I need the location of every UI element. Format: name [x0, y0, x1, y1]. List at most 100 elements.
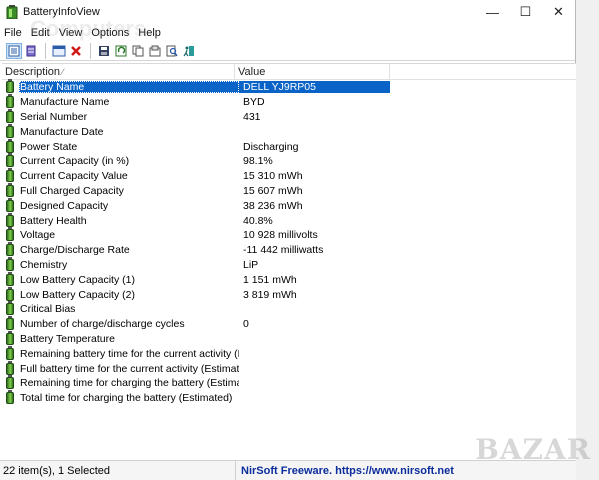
battery-icon [6, 390, 14, 405]
table-row[interactable]: Current Capacity Value 15 310 mWh [2, 168, 576, 184]
nirsoft-link[interactable]: NirSoft Freeware. https://www.nirsoft.ne… [236, 465, 454, 477]
row-value: 0 [243, 318, 249, 331]
row-value: Discharging [243, 140, 299, 153]
battery-icon [6, 94, 14, 109]
copy-icon[interactable] [130, 43, 146, 59]
column-label-value: Value [238, 66, 266, 78]
battery-icon [6, 123, 14, 138]
search-icon[interactable] [164, 43, 180, 59]
row-description: Manufacture Date [20, 125, 104, 138]
row-description: Manufacture Name [20, 96, 110, 109]
exit-icon[interactable] [181, 43, 197, 59]
view2-icon[interactable] [23, 43, 39, 59]
battery-icon [6, 182, 14, 197]
row-description: Battery Health [20, 214, 87, 227]
properties-icon[interactable] [51, 43, 67, 59]
column-header-description[interactable]: Description ⁄ [2, 64, 235, 79]
battery-icon [6, 79, 14, 94]
battery-icon [6, 271, 14, 286]
row-description: Power State [20, 140, 78, 153]
status-item-count: 22 item(s), 1 Selected [0, 461, 236, 480]
view-icon[interactable] [6, 42, 22, 59]
html-report-icon[interactable] [147, 43, 163, 59]
application-window: BatteryInfoView — ☐ ✕ File Edit View Opt… [0, 0, 576, 480]
table-row[interactable]: Current Capacity (in %) 98.1% [2, 153, 576, 169]
row-description: Current Capacity Value [20, 170, 128, 183]
row-value: BYD [243, 96, 265, 109]
row-description: Serial Number [20, 110, 88, 123]
row-description: Remaining time for charging the battery … [20, 377, 239, 390]
battery-icon [6, 153, 14, 168]
row-description: Critical Bias [20, 303, 76, 316]
watermark-logo: BAZAR [475, 433, 591, 466]
row-description: Low Battery Capacity (1) [20, 273, 135, 286]
table-row[interactable]: Low Battery Capacity (1) 1 151 mWh [2, 271, 576, 287]
table-row[interactable]: Remaining time for charging the battery … [2, 375, 576, 391]
save-icon[interactable] [96, 43, 112, 59]
table-row[interactable]: Total time for charging the battery (Est… [2, 390, 576, 406]
table-row[interactable]: Full battery time for the current activi… [2, 360, 576, 376]
table-row[interactable]: Chemistry LiP [2, 256, 576, 273]
battery-icon [6, 197, 14, 212]
toolbar-separator [90, 42, 91, 59]
row-value: 10 928 millivolts [243, 229, 318, 242]
table-row[interactable]: Full Charged Capacity 15 607 mWh [2, 182, 576, 199]
table-row[interactable]: Battery Temperature [2, 330, 576, 347]
battery-icon [6, 375, 14, 390]
row-description: Current Capacity (in %) [20, 155, 130, 168]
row-value: 431 [243, 110, 261, 123]
sort-arrow-icon: ⁄ [62, 67, 64, 77]
table-row[interactable]: Voltage 10 928 millivolts [2, 227, 576, 243]
table-row[interactable]: Battery Name DELL YJ9RP05 [2, 79, 576, 95]
table-row[interactable]: Manufacture Name BYD [2, 94, 576, 110]
row-description: Low Battery Capacity (2) [20, 288, 135, 301]
maximize-button[interactable]: ☐ [509, 0, 542, 24]
row-value: 98.1% [243, 155, 273, 168]
toolbar [0, 41, 575, 61]
row-value: 15 607 mWh [243, 184, 303, 197]
table-row[interactable]: Critical Bias [2, 301, 576, 317]
battery-icon [6, 286, 14, 301]
battery-info-list[interactable]: Description ⁄ Value Battery Name DELL YJ9… [2, 63, 576, 460]
row-value: 15 310 mWh [243, 170, 303, 183]
battery-app-icon [6, 5, 18, 20]
battery-icon [6, 360, 14, 375]
minimize-button[interactable]: — [476, 0, 509, 24]
column-header-value[interactable]: Value [235, 64, 390, 79]
row-description: Remaining battery time for the current a… [20, 347, 239, 360]
row-description: Battery Temperature [20, 332, 115, 345]
table-row[interactable]: Designed Capacity 38 236 mWh [2, 197, 576, 213]
battery-icon [6, 316, 14, 331]
table-row[interactable]: Remaining battery time for the current a… [2, 345, 576, 361]
menu-file[interactable]: File [4, 27, 22, 39]
row-description: Number of charge/discharge cycles [20, 318, 185, 331]
battery-icon [6, 256, 14, 271]
row-value: 38 236 mWh [243, 199, 303, 212]
table-row[interactable]: Serial Number 431 [2, 108, 576, 125]
battery-icon [6, 330, 14, 345]
list-header: Description ⁄ Value [2, 64, 576, 80]
table-row[interactable]: Number of charge/discharge cycles 0 [2, 316, 576, 332]
row-value: -11 442 milliwatts [243, 244, 324, 257]
table-row[interactable]: Power State Discharging [2, 138, 576, 154]
table-row[interactable]: Battery Health 40.8% [2, 212, 576, 228]
toolbar-separator [45, 42, 46, 59]
column-label-description: Description [5, 66, 61, 78]
battery-icon [6, 168, 14, 183]
battery-icon [6, 138, 14, 153]
battery-icon [6, 227, 14, 242]
row-description: Full battery time for the current activi… [20, 362, 239, 375]
table-row[interactable]: Charge/Discharge Rate -11 442 milliwatts [2, 242, 576, 258]
table-row[interactable]: Low Battery Capacity (2) 3 819 mWh [2, 286, 576, 302]
delete-icon[interactable] [68, 43, 84, 59]
row-value: 3 819 mWh [243, 288, 297, 301]
close-button[interactable]: ✕ [542, 0, 575, 24]
battery-icon [6, 212, 14, 227]
row-description: Designed Capacity [20, 199, 109, 212]
list-rows: Battery Name DELL YJ9RP05 Manufacture Name… [2, 79, 576, 406]
row-description: Voltage [20, 229, 56, 242]
minimize-icon: — [486, 4, 499, 20]
row-value: 1 151 mWh [243, 273, 297, 286]
table-row[interactable]: Manufacture Date [2, 123, 576, 139]
refresh-icon[interactable] [113, 43, 129, 59]
